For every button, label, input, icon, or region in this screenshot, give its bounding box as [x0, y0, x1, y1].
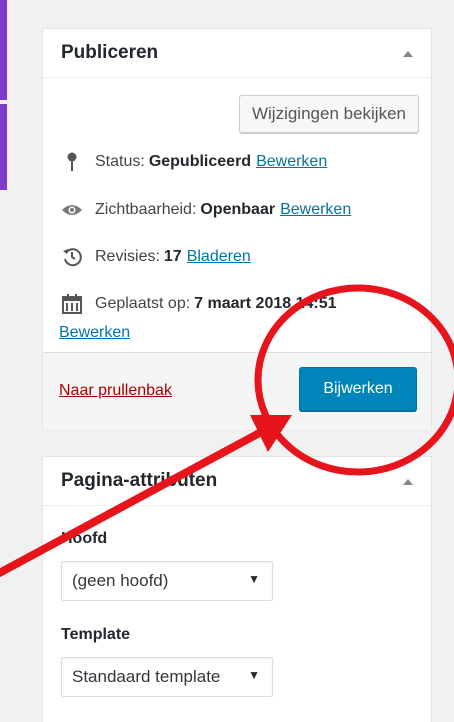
parent-select-value: (geen hoofd)	[72, 571, 169, 590]
page-attributes-metabox: Pagina-attributen Hoofd (geen hoofd) ▼ T…	[42, 456, 432, 722]
dropdown-arrow-icon: ▼	[248, 668, 260, 682]
visibility-row: Zichtbaarheid: Openbaar Bewerken	[61, 199, 351, 221]
template-select-value: Standaard template	[72, 667, 221, 686]
calendar-icon	[61, 293, 83, 315]
preview-changes-button[interactable]: Wijzigingen bekijken	[238, 95, 419, 133]
date-value: 7 maart 2018 14:51	[194, 295, 337, 312]
visibility-edit-link[interactable]: Bewerken	[280, 201, 351, 219]
date-label: Geplaatst op:	[95, 295, 191, 312]
visibility-value: Openbaar	[200, 201, 276, 218]
update-button[interactable]: Bijwerken	[299, 367, 417, 411]
publish-metabox-header[interactable]: Publiceren	[43, 29, 431, 78]
revisions-row: Revisies: 17 Bladeren	[61, 246, 251, 268]
template-label: Template	[61, 626, 131, 643]
page-attributes-title: Pagina-attributen	[61, 470, 218, 491]
history-icon	[61, 246, 83, 268]
status-value: Gepubliceerd	[148, 153, 252, 170]
revisions-browse-link[interactable]: Bladeren	[187, 248, 251, 266]
collapse-arrow-icon[interactable]	[403, 51, 413, 57]
major-publishing-actions: Naar prullenbak Bijwerken	[43, 352, 431, 430]
parent-label: Hoofd	[61, 530, 108, 547]
accent-strip-gap	[0, 100, 7, 104]
collapse-arrow-icon[interactable]	[403, 479, 413, 485]
visibility-label: Zichtbaarheid:	[95, 201, 197, 218]
date-row: Geplaatst op: 7 maart 2018 14:51	[61, 293, 337, 315]
template-select[interactable]: Standaard template ▼	[61, 657, 273, 697]
date-edit-link[interactable]: Bewerken	[59, 324, 130, 342]
publish-metabox: Publiceren Wijzigingen bekijken Status: …	[42, 28, 432, 430]
eye-icon	[61, 199, 83, 221]
page-attributes-header[interactable]: Pagina-attributen	[43, 457, 431, 506]
status-edit-link[interactable]: Bewerken	[256, 153, 327, 171]
dropdown-arrow-icon: ▼	[248, 572, 260, 586]
status-row: Status: Gepubliceerd Bewerken	[61, 151, 327, 173]
sidebar-accent-strip	[0, 0, 7, 190]
publish-metabox-title: Publiceren	[61, 42, 159, 63]
revisions-value: 17	[163, 248, 182, 265]
status-label: Status:	[95, 153, 145, 170]
revisions-label: Revisies:	[95, 248, 160, 265]
parent-select[interactable]: (geen hoofd) ▼	[61, 561, 273, 601]
pin-icon	[61, 151, 83, 173]
move-to-trash-link[interactable]: Naar prullenbak	[59, 382, 172, 400]
